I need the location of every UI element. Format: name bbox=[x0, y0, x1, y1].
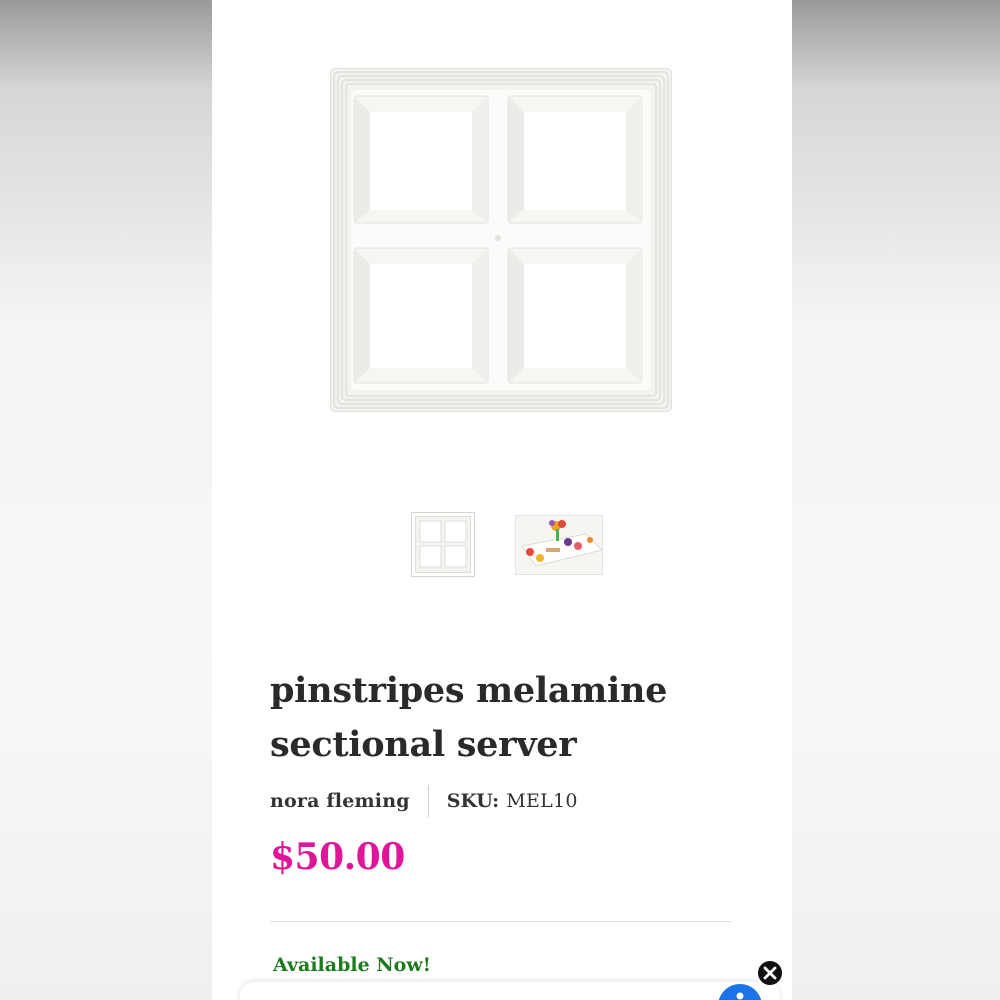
divider bbox=[270, 921, 732, 922]
accessibility-icon bbox=[736, 992, 744, 1000]
sectional-server-thumbnail[interactable] bbox=[411, 512, 475, 577]
thumbnail-image bbox=[516, 516, 603, 574]
styled-table-thumbnail[interactable] bbox=[515, 515, 603, 575]
close-button[interactable] bbox=[756, 959, 784, 987]
product-page: pinstripes melamine sectional server nor… bbox=[212, 0, 792, 1000]
product-meta: nora fleming SKU: MEL10 bbox=[270, 785, 578, 817]
product-price: $50.00 bbox=[270, 836, 405, 878]
thumbnail-image bbox=[415, 516, 471, 573]
bottom-sheet[interactable] bbox=[240, 982, 780, 1000]
blurred-backdrop-right bbox=[792, 0, 1000, 1000]
meta-divider bbox=[427, 785, 429, 817]
blurred-backdrop-left bbox=[0, 0, 212, 1000]
availability-status: Available Now! bbox=[273, 954, 432, 976]
sku-value: MEL10 bbox=[506, 790, 578, 812]
product-main-image[interactable] bbox=[330, 68, 672, 412]
sku-label: SKU: bbox=[446, 790, 500, 812]
close-icon bbox=[763, 966, 777, 980]
product-title: pinstripes melamine sectional server bbox=[270, 670, 668, 765]
brand-link[interactable]: nora fleming bbox=[270, 790, 410, 812]
accessibility-button[interactable] bbox=[718, 984, 762, 1000]
